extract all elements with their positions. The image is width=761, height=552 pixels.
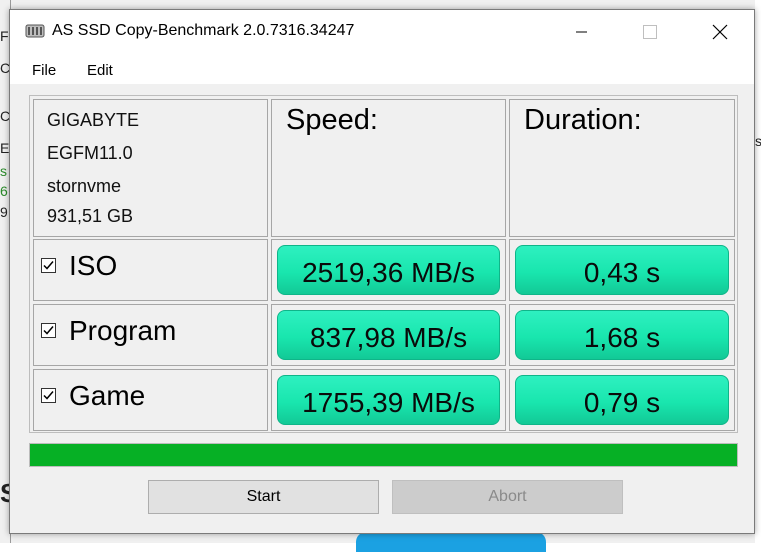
background-text-fragment: 6 — [0, 183, 8, 199]
progress-bar-fill — [30, 444, 737, 466]
background-text-fragment: s — [755, 133, 761, 149]
game-duration-cell: 0,79 s — [509, 369, 735, 431]
hard-drive-icon — [25, 24, 45, 38]
background-text-fragment: s — [0, 163, 7, 179]
results-panel: GIGABYTE EGFM11.0 stornvme 931,51 GB Spe… — [29, 95, 738, 433]
program-speed-value: 837,98 MB/s — [309, 322, 468, 353]
start-button[interactable]: Start — [148, 480, 379, 514]
maximize-button[interactable] — [616, 10, 684, 54]
copy-benchmark-window: AS SSD Copy-Benchmark 2.0.7316.34247 Fil… — [9, 9, 755, 534]
window-title: AS SSD Copy-Benchmark 2.0.7316.34247 — [52, 22, 355, 39]
speed-header: Speed: — [286, 104, 378, 136]
game-checkbox[interactable] — [41, 388, 56, 403]
duration-header-cell: Duration: — [509, 99, 735, 237]
maximize-icon — [643, 25, 657, 39]
iso-checkbox[interactable] — [41, 258, 56, 273]
checkmark-icon — [43, 326, 54, 335]
background-blue-button — [356, 532, 546, 552]
close-button[interactable] — [686, 10, 754, 54]
drive-vendor: GIGABYTE — [47, 110, 140, 130]
iso-speed-value: 2519,36 MB/s — [302, 257, 475, 288]
minimize-icon — [576, 31, 587, 33]
checkmark-icon — [43, 391, 54, 400]
game-speed-cell: 1755,39 MB/s — [271, 369, 506, 431]
drive-model: EGFM11.0 — [47, 143, 133, 163]
program-duration-value: 1,68 s — [583, 322, 661, 353]
speed-header-cell: Speed: — [271, 99, 506, 237]
row-label-iso: ISO — [33, 239, 268, 301]
row-label-program: Program — [33, 304, 268, 366]
background-text-fragment: E — [0, 140, 10, 156]
checkmark-icon — [43, 261, 54, 270]
program-label: Program — [69, 315, 177, 346]
background-right-edge: s — [755, 0, 761, 543]
abort-button[interactable]: Abort — [392, 480, 623, 514]
iso-duration-result: 0,43 s — [515, 245, 729, 295]
drive-info-cell: GIGABYTE EGFM11.0 stornvme 931,51 GB — [33, 99, 268, 237]
program-speed-cell: 837,98 MB/s — [271, 304, 506, 366]
iso-duration-cell: 0,43 s — [509, 239, 735, 301]
menu-file[interactable]: File — [32, 62, 56, 79]
game-duration-result: 0,79 s — [515, 375, 729, 425]
drive-driver: stornvme — [47, 176, 122, 196]
close-icon — [712, 24, 728, 40]
iso-label: ISO — [69, 250, 118, 281]
game-duration-value: 0,79 s — [583, 387, 661, 418]
row-label-game: Game — [33, 369, 268, 431]
game-speed-result: 1755,39 MB/s — [277, 375, 500, 425]
drive-capacity: 931,51 GB — [47, 206, 134, 226]
duration-header: Duration: — [524, 104, 642, 136]
iso-speed-cell: 2519,36 MB/s — [271, 239, 506, 301]
program-speed-result: 837,98 MB/s — [277, 310, 500, 360]
minimize-button[interactable] — [548, 10, 616, 54]
progress-bar — [29, 443, 738, 467]
game-label: Game — [69, 380, 146, 411]
title-bar[interactable]: AS SSD Copy-Benchmark 2.0.7316.34247 — [10, 10, 754, 54]
game-speed-value: 1755,39 MB/s — [302, 387, 475, 418]
menu-edit[interactable]: Edit — [87, 62, 113, 79]
program-duration-cell: 1,68 s — [509, 304, 735, 366]
iso-duration-value: 0,43 s — [583, 257, 661, 288]
background-text-fragment: 9 — [0, 204, 8, 220]
program-checkbox[interactable] — [41, 323, 56, 338]
menu-bar: File Edit — [10, 54, 754, 84]
program-duration-result: 1,68 s — [515, 310, 729, 360]
iso-speed-result: 2519,36 MB/s — [277, 245, 500, 295]
